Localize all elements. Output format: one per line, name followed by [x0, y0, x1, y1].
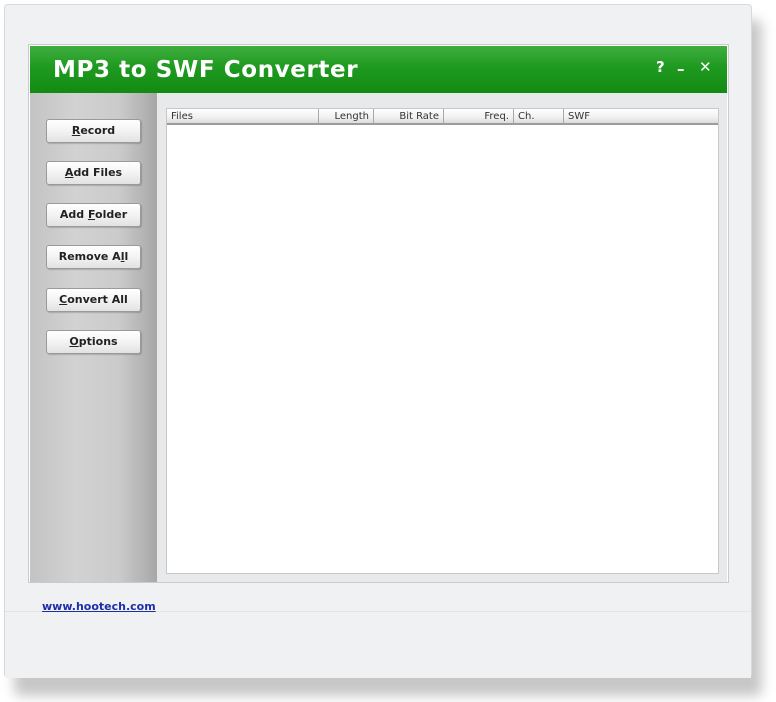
website-link[interactable]: www.hootech.com	[42, 600, 156, 613]
app-window: MP3 to SWF Converter ? – ✕ Record Add Fi…	[28, 44, 729, 613]
column-header-freq[interactable]: Freq.	[444, 109, 514, 123]
file-list-header: Files Length Bit Rate Freq. Ch. SWF	[167, 109, 718, 125]
sidebar: Record Add Files Add Folder Remove All C…	[30, 93, 157, 613]
convert-all-button[interactable]: Convert All	[46, 288, 141, 312]
column-header-swf[interactable]: SWF	[564, 109, 718, 123]
minimize-icon[interactable]: –	[677, 60, 685, 78]
add-folder-button[interactable]: Add Folder	[46, 203, 141, 227]
column-header-channels[interactable]: Ch.	[514, 109, 564, 123]
options-button[interactable]: Options	[46, 330, 141, 354]
column-header-bit-rate[interactable]: Bit Rate	[374, 109, 444, 123]
frame-bottom-band	[5, 611, 751, 678]
title-bar[interactable]: MP3 to SWF Converter ? – ✕	[30, 46, 727, 93]
column-header-length[interactable]: Length	[319, 109, 374, 123]
record-button[interactable]: Record	[46, 119, 141, 143]
close-icon[interactable]: ✕	[699, 58, 712, 76]
add-files-button[interactable]: Add Files	[46, 161, 141, 185]
file-list[interactable]: Files Length Bit Rate Freq. Ch. SWF	[166, 108, 719, 574]
column-header-files[interactable]: Files	[167, 109, 319, 123]
help-icon[interactable]: ?	[656, 58, 665, 76]
remove-all-button[interactable]: Remove All	[46, 245, 141, 269]
window-title: MP3 to SWF Converter	[53, 57, 359, 83]
